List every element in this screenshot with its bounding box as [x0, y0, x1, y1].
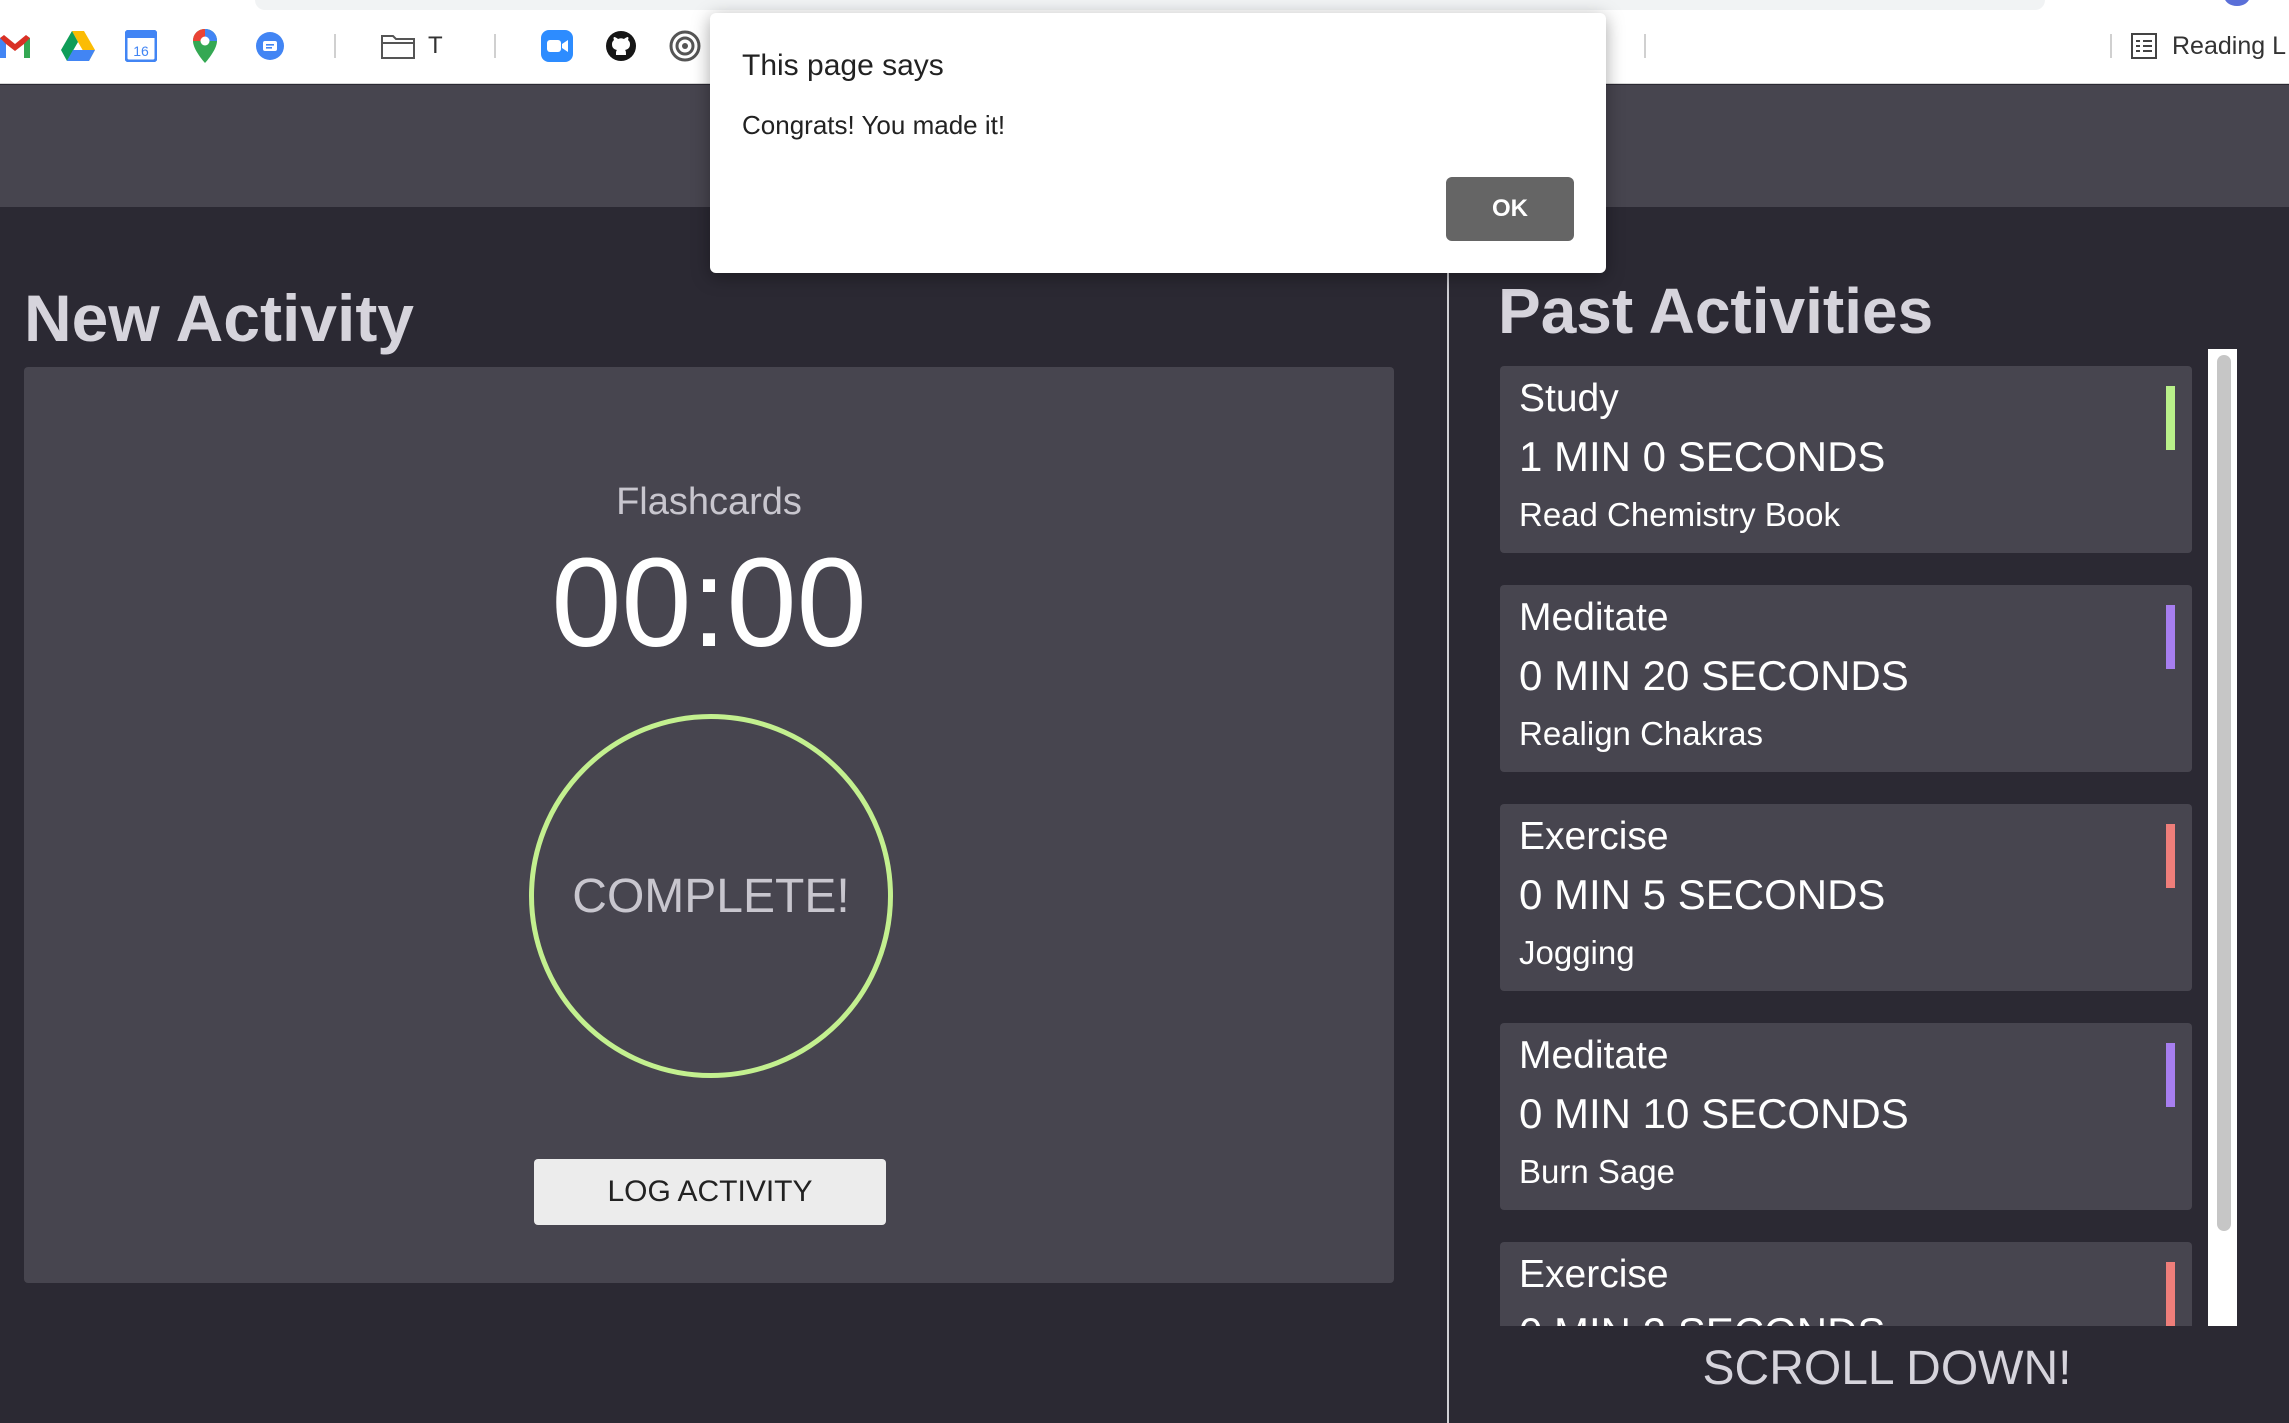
activity-note: Read Chemistry Book	[1519, 496, 1840, 533]
scroll-down-hint: SCROLL DOWN!	[1702, 1342, 2072, 1395]
list-scrollbar[interactable]	[2208, 349, 2237, 1326]
past-activity-item[interactable]: Meditate 0 MIN 20 SECONDS Realign Chakra…	[1500, 585, 2192, 772]
reading-list-icon	[2131, 33, 2157, 59]
spiral-app-icon[interactable]	[668, 28, 702, 64]
past-activity-item[interactable]: Study 1 MIN 0 SECONDS Read Chemistry Boo…	[1500, 366, 2192, 553]
gmail-icon[interactable]	[0, 28, 30, 64]
activity-type: Meditate	[1519, 1034, 1669, 1077]
log-activity-button[interactable]: LOG ACTIVITY	[534, 1159, 886, 1225]
category-color-bar	[2166, 1262, 2175, 1326]
timer-display: 00:00	[551, 532, 867, 673]
github-icon[interactable]	[604, 28, 638, 64]
category-color-bar	[2166, 386, 2175, 450]
activity-duration: 0 MIN 20 SECONDS	[1519, 652, 1909, 699]
activity-duration: 1 MIN 0 SECONDS	[1519, 433, 1886, 480]
category-color-bar	[2166, 605, 2175, 669]
past-activity-item[interactable]: Exercise 0 MIN 5 SECONDS Jogging	[1500, 804, 2192, 991]
activity-type: Study	[1519, 377, 1619, 420]
past-activity-item[interactable]: Meditate 0 MIN 10 SECONDS Burn Sage	[1500, 1023, 2192, 1210]
dialog-message: Congrats! You made it!	[742, 110, 1006, 140]
zoom-icon[interactable]	[540, 28, 574, 64]
activity-note: Jogging	[1519, 934, 1635, 971]
past-activities-title: Past Activities	[1498, 275, 1934, 347]
category-color-bar	[2166, 824, 2175, 888]
activity-type: Meditate	[1519, 596, 1669, 639]
omnibox-edge	[255, 0, 2045, 10]
activity-note: Burn Sage	[1519, 1153, 1675, 1190]
reading-list-button[interactable]: Reading L	[2130, 26, 2286, 66]
google-calendar-icon[interactable]: 16	[124, 28, 158, 64]
activity-duration: 0 MIN 5 SECONDS	[1519, 871, 1886, 918]
google-drive-icon[interactable]	[60, 28, 96, 64]
timer-ring[interactable]: COMPLETE!	[529, 714, 893, 1078]
bookmark-separator	[334, 34, 336, 58]
category-color-bar	[2166, 1043, 2175, 1107]
scrollbar-thumb[interactable]	[2217, 355, 2231, 1231]
panel-divider	[1447, 270, 1449, 1423]
bookmark-folder-label[interactable]: T	[428, 32, 443, 60]
activity-type: Exercise	[1519, 815, 1669, 858]
dialog-title: This page says	[742, 49, 944, 82]
alert-dialog: This page says Congrats! You made it! OK	[710, 13, 1606, 273]
bookmark-separator	[1644, 34, 1646, 58]
svg-text:16: 16	[133, 43, 149, 59]
ok-button[interactable]: OK	[1446, 177, 1574, 241]
reading-list-label: Reading L	[2172, 31, 2286, 60]
activity-card: Flashcards 00:00 COMPLETE! LOG ACTIVITY	[24, 367, 1394, 1283]
past-activities-list[interactable]: Study 1 MIN 0 SECONDS Read Chemistry Boo…	[1500, 364, 2196, 1326]
activity-note: Realign Chakras	[1519, 715, 1763, 752]
activity-name: Flashcards	[616, 481, 802, 523]
past-activity-item[interactable]: Exercise 0 MIN 2 SECONDS	[1500, 1242, 2192, 1326]
activity-type: Exercise	[1519, 1253, 1669, 1296]
activity-duration: 0 MIN 2 SECONDS	[1519, 1309, 1885, 1326]
activity-duration: 0 MIN 10 SECONDS	[1519, 1090, 1909, 1137]
folder-icon[interactable]	[380, 28, 416, 64]
new-activity-title: New Activity	[24, 281, 415, 355]
profile-avatar[interactable]	[2224, 0, 2250, 6]
google-chat-icon[interactable]	[254, 28, 286, 64]
bookmark-separator	[494, 34, 496, 58]
google-maps-icon[interactable]	[190, 28, 220, 64]
bookmark-separator	[2110, 34, 2112, 58]
complete-label: COMPLETE!	[572, 869, 850, 923]
